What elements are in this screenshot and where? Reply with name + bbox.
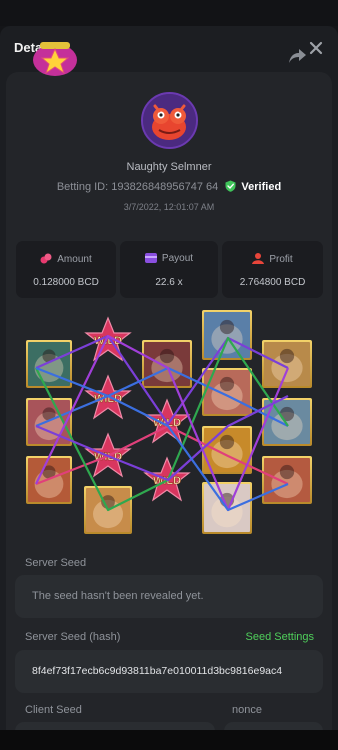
close-icon[interactable] <box>306 38 326 58</box>
bet-datetime: 3/7/2022, 12:01:07 AM <box>123 202 215 212</box>
username: Naughty Selmner <box>126 161 212 173</box>
betting-id-row: Betting ID: 193826848956747 64 Verified <box>0 180 338 193</box>
betting-id-value[interactable]: 193826848956747 64 <box>111 181 218 193</box>
slot-symbol <box>262 456 312 504</box>
betting-id-label: Betting ID: <box>56 181 109 193</box>
slot-symbol <box>142 340 192 388</box>
status-bar <box>0 0 338 26</box>
client-seed-label: Client Seed <box>25 704 82 716</box>
shield-check-icon <box>225 180 236 192</box>
stat-profit-value: 2.764800 BCD <box>239 277 306 288</box>
server-seed-label: Server Seed <box>25 557 87 569</box>
nonce-label: nonce <box>232 704 262 716</box>
server-seed-field: The seed hasn't been revealed yet. <box>15 575 323 618</box>
slot-symbol <box>262 340 312 388</box>
seed-settings-link[interactable]: Seed Settings <box>246 631 315 643</box>
profit-icon <box>252 253 265 264</box>
wild-symbol: WILD <box>84 316 132 362</box>
slot-symbol <box>202 310 252 360</box>
stat-amount: Amount 0.128000 BCD <box>16 241 116 298</box>
wallet-icon <box>144 253 157 263</box>
slot-result-reels: WILDWILDWILDWILDWILD <box>26 310 312 534</box>
server-seed-hash-value: 8f4ef73f17ecb6c9d93811ba7e010011d3bc9816… <box>32 665 283 677</box>
server-seed-hash-label: Server Seed (hash) <box>25 631 121 643</box>
stat-payout-label: Payout <box>161 253 194 264</box>
slot-symbol <box>26 340 72 388</box>
share-icon[interactable] <box>288 47 308 65</box>
stat-payout-value: 22.6 x <box>155 277 183 288</box>
verified-label: Verified <box>241 181 282 193</box>
stat-payout: Payout 22.6 x <box>120 241 218 298</box>
stat-amount-label: Amount <box>57 254 92 265</box>
stat-profit: Profit 2.764800 BCD <box>222 241 323 298</box>
avatar <box>141 92 198 149</box>
stat-profit-label: Profit <box>269 254 293 265</box>
server-seed-hash-field[interactable]: 8f4ef73f17ecb6c9d93811ba7e010011d3bc9816… <box>15 650 323 693</box>
server-seed-value: The seed hasn't been revealed yet. <box>32 590 204 602</box>
coins-icon <box>40 253 52 264</box>
slot-symbol <box>202 368 252 416</box>
vip-badge-icon <box>33 42 77 76</box>
home-indicator-bar <box>0 730 338 750</box>
stat-amount-value: 0.128000 BCD <box>33 277 99 288</box>
